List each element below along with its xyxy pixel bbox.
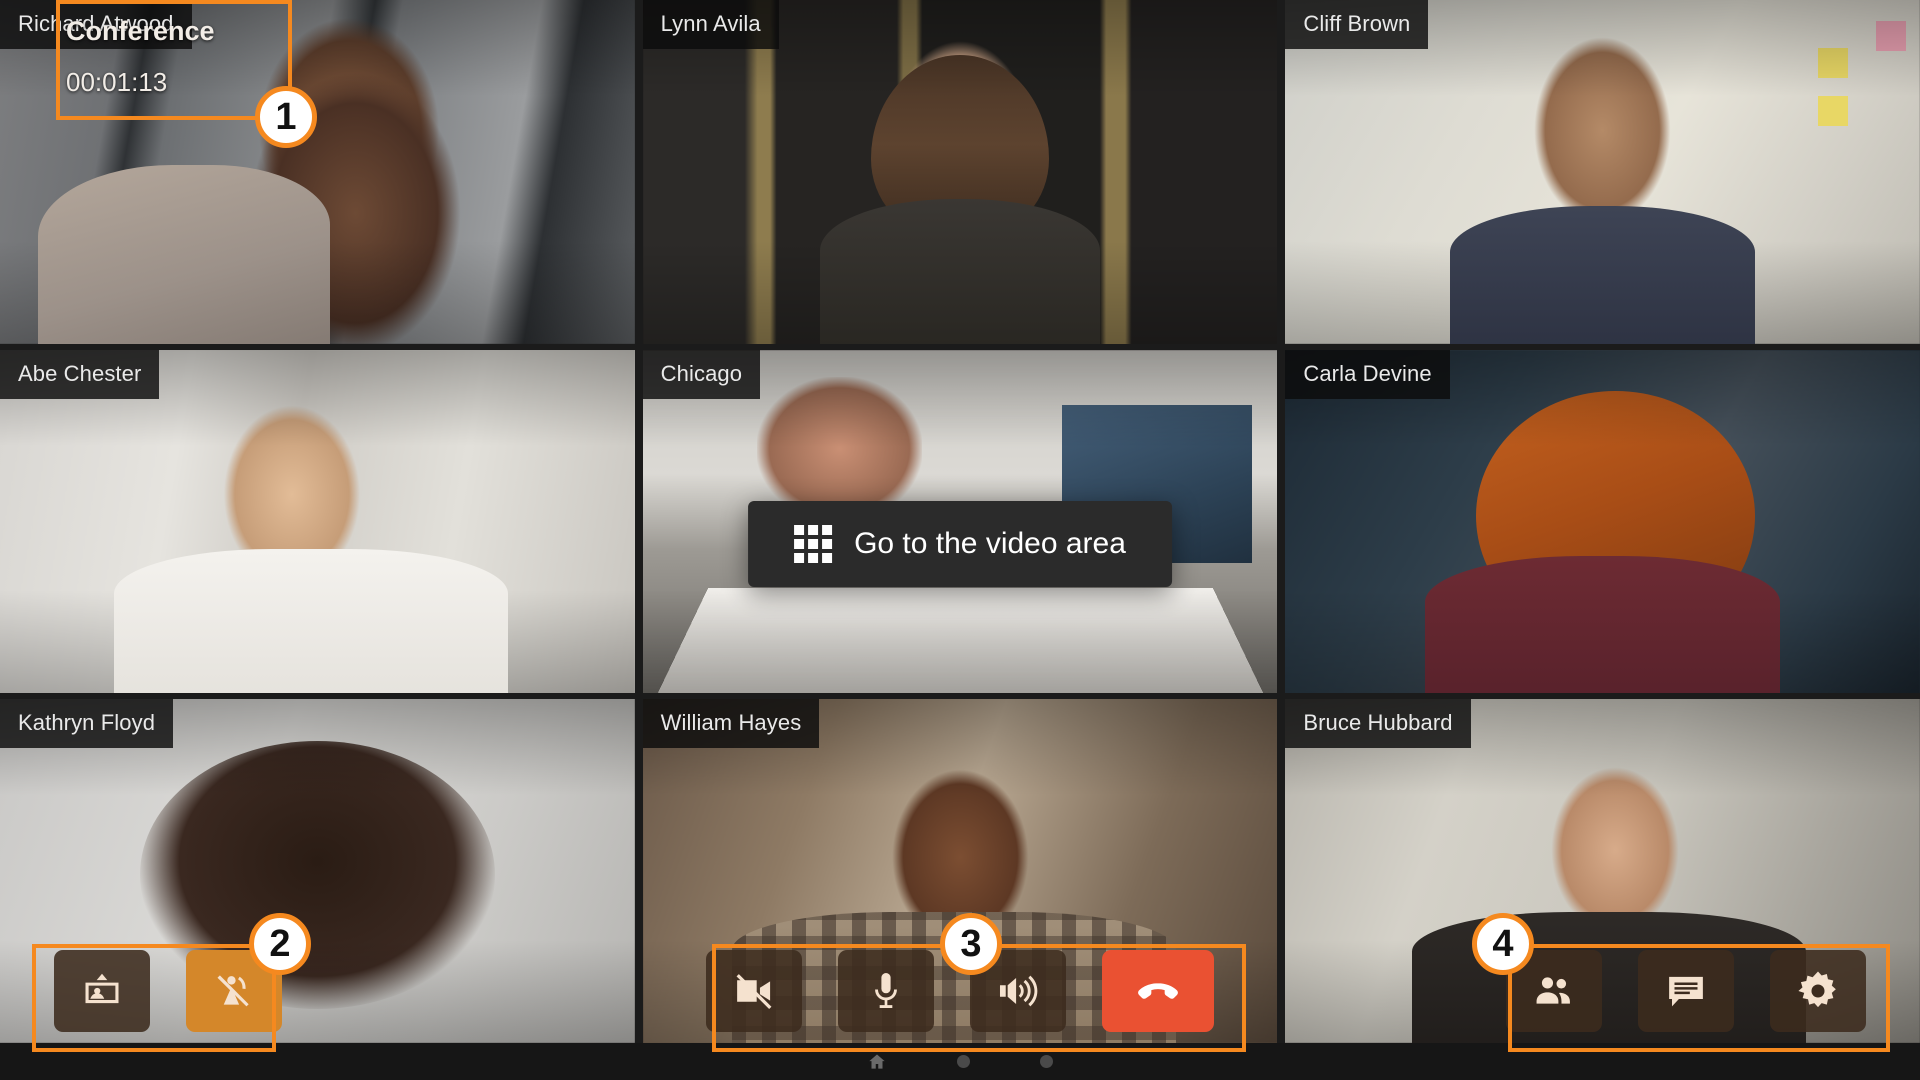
gear-icon <box>1795 968 1841 1014</box>
conference-title: Conference <box>66 16 215 46</box>
speaker-button[interactable] <box>970 950 1066 1032</box>
conference-app: Richard Atwood Lynn Avila Cliff Brown Ab… <box>0 0 1920 1080</box>
hangup-icon <box>1133 966 1183 1016</box>
present-screen-icon <box>80 969 124 1013</box>
participant-name-badge: Chicago <box>642 349 761 399</box>
video-feed <box>1285 349 1920 694</box>
raise-hand-off-icon <box>212 969 256 1013</box>
people-icon <box>1531 968 1577 1014</box>
end-call-button[interactable] <box>1102 950 1214 1032</box>
participant-name-badge: Kathryn Floyd <box>0 699 174 749</box>
nav-dot[interactable] <box>1040 1055 1053 1068</box>
raise-hand-button[interactable] <box>186 950 282 1032</box>
video-tile[interactable]: Carla Devine <box>1285 349 1920 694</box>
participant-name-badge: Bruce Hubbard <box>1285 699 1471 749</box>
right-control-bar <box>1488 939 1884 1043</box>
settings-button[interactable] <box>1770 950 1866 1032</box>
home-icon[interactable] <box>867 1052 887 1072</box>
participant-name-badge: Cliff Brown <box>1285 0 1429 49</box>
center-control-bar <box>688 939 1232 1043</box>
video-feed <box>0 349 635 694</box>
conference-timer: 00:01:13 <box>66 67 168 97</box>
video-tile[interactable]: Cliff Brown <box>1285 0 1920 344</box>
go-to-video-area-hint[interactable]: Go to the video area <box>748 501 1172 587</box>
share-screen-button[interactable] <box>54 950 150 1032</box>
participants-button[interactable] <box>1506 950 1602 1032</box>
chat-icon <box>1663 968 1709 1014</box>
left-control-bar <box>36 939 300 1043</box>
participant-name-badge: William Hayes <box>642 699 820 749</box>
system-nav-bar <box>0 1043 1920 1080</box>
video-feed <box>1285 0 1920 344</box>
participant-name-badge: Abe Chester <box>0 349 160 399</box>
speaker-icon <box>995 968 1041 1014</box>
go-to-video-area-label: Go to the video area <box>854 527 1126 560</box>
microphone-button[interactable] <box>838 950 934 1032</box>
participant-name-badge: Lynn Avila <box>642 0 779 49</box>
camera-off-icon <box>731 968 777 1014</box>
participant-name-badge: Carla Devine <box>1285 349 1450 399</box>
video-tile[interactable]: Abe Chester <box>0 349 635 694</box>
grid-icon <box>794 525 833 563</box>
microphone-icon <box>863 968 909 1014</box>
nav-dot[interactable] <box>957 1055 970 1068</box>
video-feed <box>642 0 1278 344</box>
chat-button[interactable] <box>1638 950 1734 1032</box>
conference-header: Conference 00:01:13 <box>56 0 215 97</box>
video-tile[interactable]: Lynn Avila <box>642 0 1278 344</box>
camera-toggle-button[interactable] <box>706 950 802 1032</box>
